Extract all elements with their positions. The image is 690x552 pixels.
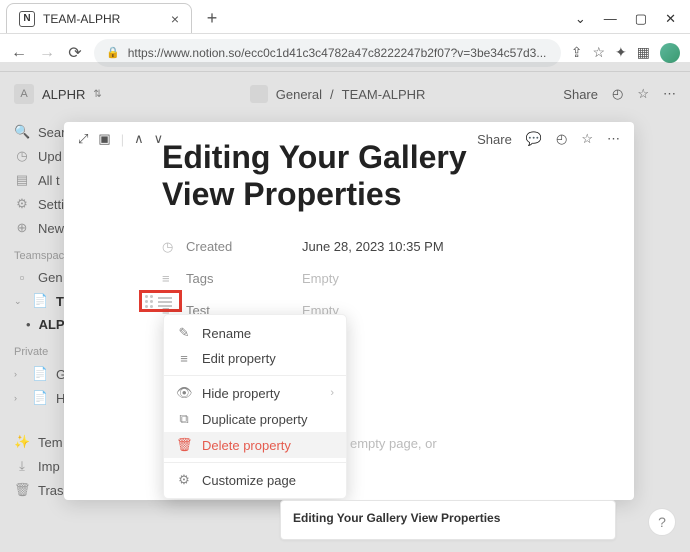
clock-icon: ◷ (162, 239, 178, 255)
edit-icon: ✎ (176, 325, 192, 341)
copy-icon: ⧉ (176, 411, 192, 427)
notion-favicon: N (19, 11, 35, 27)
menu-duplicate-property[interactable]: ⧉ Duplicate property (164, 406, 346, 432)
search-icon: 🔍 (14, 124, 30, 140)
nav-up-icon[interactable]: ∧ (134, 131, 144, 147)
modal-more-icon[interactable]: ⋯ (607, 131, 620, 147)
trash-icon: 🗑 (176, 437, 192, 453)
menu-divider (164, 375, 346, 376)
page-title-line1: Editing Your Gallery (162, 139, 467, 175)
sidebar-all-label: All t (38, 173, 60, 188)
sidebar-settings-label: Setti (38, 197, 64, 212)
page-icon: ▫ (14, 270, 30, 285)
comment-icon[interactable]: 💬 (526, 131, 542, 147)
trash-icon: 🗑 (14, 482, 30, 498)
browser-titlebar: N TEAM-ALPHR × + ⌄ — ▢ ✕ (0, 0, 690, 34)
page-icon: 📄 (32, 293, 48, 309)
new-tab-button[interactable]: + (198, 3, 226, 33)
url-text: https://www.notion.so/ecc0c1d41c3c4782a4… (128, 46, 547, 60)
sliders-icon: ≡ (176, 351, 192, 366)
menu-rename[interactable]: ✎ Rename (164, 320, 346, 346)
close-tab-icon[interactable]: × (171, 11, 179, 27)
menu-customize-page[interactable]: ⚙ Customize page (164, 467, 346, 493)
list-icon: ≡ (162, 271, 178, 286)
share-url-icon[interactable]: ⇪ (571, 44, 583, 61)
forward-button: → (38, 44, 56, 62)
gallery-card-title: Editing Your Gallery View Properties (293, 511, 500, 525)
modal-share-button[interactable]: Share (477, 132, 512, 147)
profile-avatar[interactable] (660, 43, 680, 63)
template-icon: ✨ (14, 434, 30, 450)
property-tags[interactable]: ≡ Tags Empty (162, 263, 610, 295)
prop-tags-value: Empty (302, 271, 339, 286)
menu-divider (164, 462, 346, 463)
menu-delete-label: Delete property (202, 438, 291, 453)
menu-rename-label: Rename (202, 326, 251, 341)
browser-tab[interactable]: N TEAM-ALPHR × (6, 3, 192, 33)
tab-title: TEAM-ALPHR (43, 12, 120, 26)
sidebar-trash-label: Trasl (38, 483, 66, 498)
prop-created-label: Created (186, 239, 232, 254)
gallery-card[interactable]: Editing Your Gallery View Properties (280, 500, 616, 540)
property-drag-handle[interactable] (145, 295, 172, 309)
minimize-icon[interactable]: — (604, 11, 617, 27)
customize-icon: ⚙ (176, 472, 192, 488)
empty-page-prompt: empty page, or (350, 436, 437, 451)
caret-icon: › (14, 393, 24, 403)
menu-duplicate-label: Duplicate property (202, 412, 308, 427)
caret-icon: › (14, 369, 24, 379)
eye-icon: 👁 (176, 385, 192, 401)
chevron-right-icon: › (330, 387, 334, 399)
page-title-line2: View Properties (162, 176, 402, 212)
page-icon: 📄 (32, 390, 48, 406)
text-property-icon (158, 297, 172, 307)
bookmark-icon[interactable]: ☆ (592, 44, 605, 61)
menu-edit-label: Edit property (202, 351, 276, 366)
caret-icon: ⌄ (14, 296, 24, 307)
close-window-icon[interactable]: ✕ (665, 11, 676, 27)
property-created[interactable]: ◷ Created June 28, 2023 10:35 PM (162, 231, 610, 263)
sidebar-import-label: Imp (38, 459, 60, 474)
favorite-icon[interactable]: ☆ (581, 131, 593, 147)
sidebar-templates-label: Tem (38, 435, 63, 450)
menu-hide-property[interactable]: 👁 Hide property › (164, 380, 346, 406)
extensions-icon[interactable]: ✦ (615, 44, 627, 61)
sidebar-updates-label: Upd (38, 149, 62, 164)
clock-icon: ◷ (14, 148, 30, 164)
updates-icon[interactable]: ◴ (556, 131, 567, 147)
drag-dots-icon (145, 295, 155, 309)
gear-icon: ⚙ (14, 196, 30, 212)
menu-hide-label: Hide property (202, 386, 280, 401)
menu-delete-property[interactable]: 🗑 Delete property (164, 432, 346, 458)
grid-icon[interactable]: ▦ (637, 44, 650, 61)
back-button[interactable]: ← (10, 44, 28, 62)
page-icon: 📄 (32, 366, 48, 382)
menu-customize-label: Customize page (202, 473, 296, 488)
sidebar-new-label: New (38, 221, 64, 236)
property-context-menu: ✎ Rename ≡ Edit property 👁 Hide property › ⧉… (163, 314, 347, 499)
plus-circle-icon: ⊕ (14, 220, 30, 236)
download-icon: ⤓ (14, 458, 30, 474)
prop-tags-label: Tags (186, 271, 213, 286)
docs-icon: ▤ (14, 172, 30, 188)
window-controls: ⌄ — ▢ ✕ (575, 11, 690, 33)
menu-edit-property[interactable]: ≡ Edit property (164, 346, 346, 371)
maximize-icon[interactable]: ▢ (635, 11, 647, 27)
sidebar-general-label: Gen (38, 270, 63, 285)
page-title[interactable]: Editing Your Gallery View Properties (162, 139, 610, 213)
lock-icon: 🔒 (106, 46, 120, 59)
expand-icon[interactable]: ⤢ (78, 131, 88, 147)
caret-down-icon[interactable]: ⌄ (575, 11, 586, 27)
peek-icon[interactable]: ▣ (98, 131, 110, 147)
reload-button[interactable]: ⟳ (66, 43, 84, 63)
sidebar-alphr-label: ALP (39, 317, 65, 332)
prop-created-value: June 28, 2023 10:35 PM (302, 239, 444, 254)
help-button[interactable]: ? (648, 508, 676, 536)
